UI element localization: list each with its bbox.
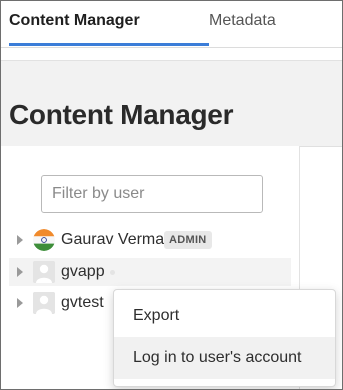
status-dot xyxy=(110,270,115,275)
tab-metadata[interactable]: Metadata xyxy=(209,11,276,31)
admin-badge: ADMIN xyxy=(164,231,212,249)
user-name: Gaurav Verma xyxy=(61,231,165,248)
expand-caret-icon[interactable] xyxy=(17,267,23,277)
window: Content Manager Metadata Content Manager xyxy=(0,0,343,390)
tab-content-manager[interactable]: Content Manager xyxy=(9,11,140,31)
user-row-gvapp[interactable]: gvapp xyxy=(9,258,291,286)
user-placeholder-icon xyxy=(33,292,55,314)
filter-input[interactable] xyxy=(41,175,263,213)
user-row-gaurav-verma[interactable]: Gaurav Verma ADMIN xyxy=(9,226,291,254)
expand-caret-icon[interactable] xyxy=(17,298,23,308)
expand-caret-icon[interactable] xyxy=(17,235,23,245)
spacer xyxy=(1,48,342,60)
page-title: Content Manager xyxy=(9,99,234,130)
user-name: gvapp xyxy=(61,263,105,280)
menu-item-log-in-as-user[interactable]: Log in to user's account xyxy=(114,337,335,379)
active-tab-indicator xyxy=(9,43,209,46)
tab-bar: Content Manager Metadata xyxy=(1,1,342,48)
user-placeholder-icon xyxy=(33,261,55,283)
india-flag-icon xyxy=(33,229,55,251)
menu-item-export[interactable]: Export xyxy=(114,295,335,337)
page-header: Content Manager xyxy=(1,60,342,147)
user-name: gvtest xyxy=(61,294,104,311)
user-context-menu: Export Log in to user's account xyxy=(113,289,336,387)
